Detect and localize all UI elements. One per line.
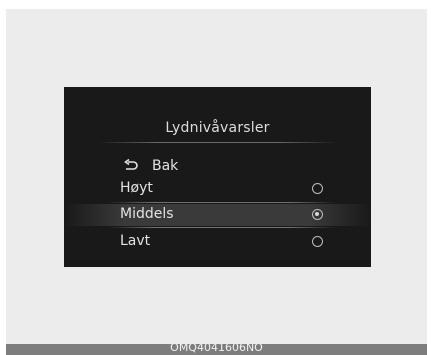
- radio-empty-icon[interactable]: [312, 236, 323, 247]
- option-label: Høyt: [120, 180, 153, 196]
- option-middels[interactable]: Middels: [64, 204, 371, 226]
- back-button[interactable]: Bak: [64, 156, 371, 178]
- radio-empty-icon[interactable]: [312, 183, 323, 194]
- menu-title: Lydnivåvarsler: [165, 120, 270, 136]
- option-divider: [108, 227, 336, 228]
- manual-page: Lydnivåvarsler Bak Høyt Middels Lavt: [6, 9, 427, 352]
- option-label: Middels: [120, 206, 174, 222]
- option-label: Lavt: [120, 233, 151, 249]
- option-hoyt[interactable]: Høyt: [64, 178, 371, 200]
- option-lavt[interactable]: Lavt: [64, 231, 371, 253]
- figure-code: OMQ4041606NO: [170, 344, 263, 354]
- title-divider: [98, 142, 338, 143]
- display-screen: Lydnivåvarsler Bak Høyt Middels Lavt: [64, 87, 371, 267]
- back-arrow-icon: [124, 159, 138, 170]
- option-divider: [108, 202, 336, 203]
- back-label: Bak: [152, 158, 179, 174]
- figure-code-bar: OMQ4041606NO: [6, 344, 427, 355]
- radio-selected-icon[interactable]: [312, 209, 323, 220]
- radio-dot: [315, 212, 320, 217]
